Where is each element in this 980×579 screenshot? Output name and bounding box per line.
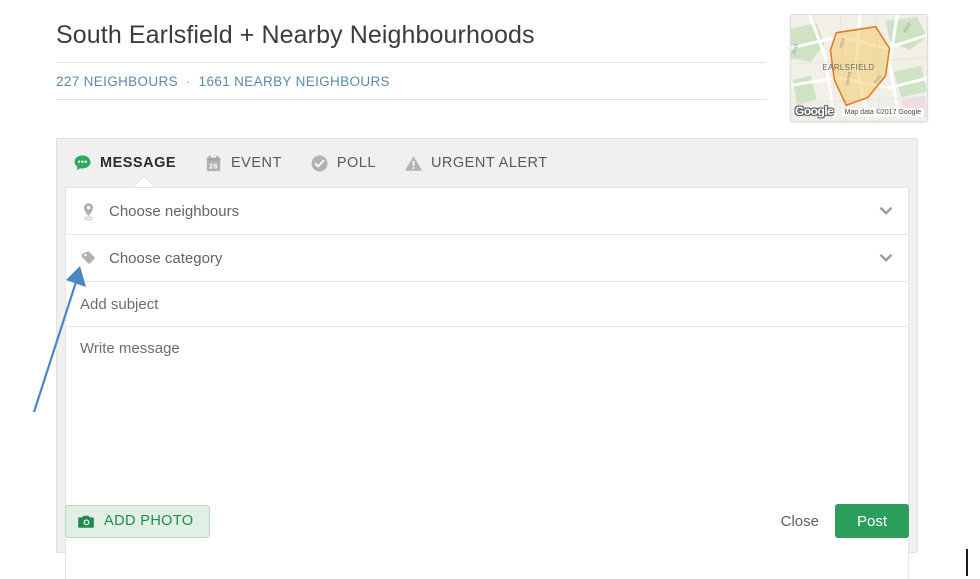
tab-poll-label: POLL: [336, 155, 376, 171]
tab-message-label: MESSAGE: [100, 155, 177, 171]
chevron-down-icon: [879, 206, 893, 215]
warning-triangle-icon: [404, 155, 423, 171]
tab-event-label: EVENT: [231, 155, 282, 171]
stat-separator: ·: [185, 74, 191, 89]
tab-poll[interactable]: POLL: [308, 139, 390, 187]
composer-tabbar: MESSAGE 26 EVENT POLL URGENT ALERT: [57, 139, 917, 188]
nearby-neighbours-count-link[interactable]: 1661 NEARBY NEIGHBOURS: [199, 74, 390, 89]
message-field[interactable]: Write message: [66, 327, 908, 479]
tag-icon: [81, 250, 96, 264]
camera-icon: [78, 515, 94, 528]
map-thumbnail[interactable]: EARLSFIELD A218 A214 A214 Garratt Burn G…: [790, 14, 928, 122]
post-button[interactable]: Post: [834, 504, 909, 538]
tab-urgent-alert[interactable]: URGENT ALERT: [402, 139, 562, 187]
tab-event[interactable]: 26 EVENT: [202, 139, 296, 187]
stats-divider: [56, 99, 766, 100]
neighbours-count-link[interactable]: 227 NEIGHBOURS: [56, 74, 178, 89]
subject-placeholder: Add subject: [80, 295, 159, 313]
tab-message[interactable]: MESSAGE: [71, 139, 190, 187]
add-photo-button[interactable]: ADD PHOTO: [65, 504, 210, 538]
svg-text:EARLSFIELD: EARLSFIELD: [823, 63, 875, 72]
composer-footer: ADD PHOTO Close Post: [65, 500, 909, 542]
choose-neighbours-dropdown[interactable]: Choose neighbours: [66, 188, 908, 235]
chat-bubble-icon: [74, 155, 91, 170]
svg-text:26: 26: [209, 162, 218, 170]
check-circle-icon: [311, 155, 328, 171]
page-title: South Earlsfield + Nearby Neighbourhoods: [56, 21, 535, 49]
calendar-icon: 26: [206, 155, 221, 171]
choose-category-label: Choose category: [109, 249, 223, 267]
subject-field[interactable]: Add subject: [66, 282, 908, 327]
header-stats: 227 NEIGHBOURS · 1661 NEARBY NEIGHBOURS: [56, 63, 766, 99]
page-header: South Earlsfield + Nearby Neighbourhoods…: [56, 18, 766, 100]
post-composer-panel: MESSAGE 26 EVENT POLL URGENT ALERT Choos…: [56, 138, 918, 579]
add-photo-label: ADD PHOTO: [104, 513, 194, 529]
text-cursor-artifact: [966, 549, 968, 576]
chevron-down-icon: [879, 253, 893, 262]
map-attribution: Map data ©2017 Google: [841, 108, 924, 117]
choose-neighbours-label: Choose neighbours: [109, 202, 240, 220]
close-button[interactable]: Close: [765, 513, 835, 530]
page-root: South Earlsfield + Nearby Neighbourhoods…: [0, 0, 980, 579]
choose-category-dropdown[interactable]: Choose category: [66, 235, 908, 282]
message-placeholder: Write message: [80, 340, 180, 357]
google-logo: Google: [795, 104, 834, 118]
map-pin-icon: [84, 202, 93, 221]
tab-urgent-alert-label: URGENT ALERT: [430, 155, 548, 171]
